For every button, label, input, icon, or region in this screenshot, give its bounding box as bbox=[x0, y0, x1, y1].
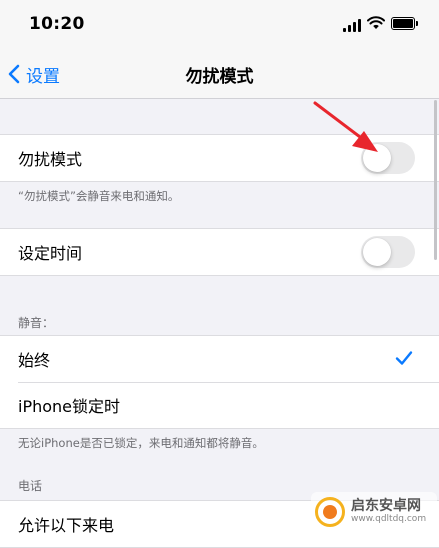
status-bar: 10:20 bbox=[0, 0, 439, 50]
schedule-group: 设定时间 bbox=[0, 228, 439, 276]
watermark-logo-icon bbox=[315, 497, 345, 527]
navigation-bar: 设置 勿扰模式 bbox=[0, 50, 439, 99]
allow-calls-label: 允许以下来电 bbox=[18, 516, 115, 535]
silence-option-locked[interactable]: iPhone锁定时 bbox=[0, 382, 439, 428]
watermark-name: 启东安卓网 bbox=[351, 498, 421, 515]
schedule-label: 设定时间 bbox=[18, 244, 83, 263]
battery-icon bbox=[391, 17, 418, 30]
dnd-group: 勿扰模式 bbox=[0, 134, 439, 182]
schedule-row: 设定时间 bbox=[0, 229, 439, 275]
silence-option-always[interactable]: 始终 bbox=[0, 336, 439, 382]
option-label: 始终 bbox=[18, 351, 51, 370]
schedule-toggle[interactable] bbox=[361, 236, 415, 268]
watermark-url: www.qdltdq.com bbox=[351, 513, 427, 524]
site-watermark: 启东安卓网 www.qdltdq.com bbox=[311, 492, 437, 532]
page-title: 勿扰模式 bbox=[185, 67, 254, 87]
toggle-knob bbox=[363, 238, 391, 266]
silence-group: 始终 iPhone锁定时 bbox=[0, 335, 439, 429]
silence-footnote: 无论iPhone是否已锁定，来电和通知都将静音。 bbox=[18, 436, 264, 450]
checkmark-icon bbox=[395, 351, 413, 365]
wifi-icon bbox=[367, 16, 385, 29]
dnd-row: 勿扰模式 bbox=[0, 135, 439, 181]
dnd-footnote: “勿扰模式”会静音来电和通知。 bbox=[18, 189, 180, 203]
scrollbar[interactable] bbox=[434, 100, 437, 260]
phone-header: 电话 bbox=[18, 479, 43, 493]
silence-header: 静音： bbox=[18, 316, 55, 330]
cellular-signal-icon bbox=[343, 18, 363, 32]
status-time: 10:20 bbox=[29, 14, 85, 34]
toggle-knob bbox=[363, 144, 391, 172]
option-label: iPhone锁定时 bbox=[18, 397, 121, 416]
dnd-toggle[interactable] bbox=[361, 142, 415, 174]
dnd-label: 勿扰模式 bbox=[18, 150, 83, 169]
